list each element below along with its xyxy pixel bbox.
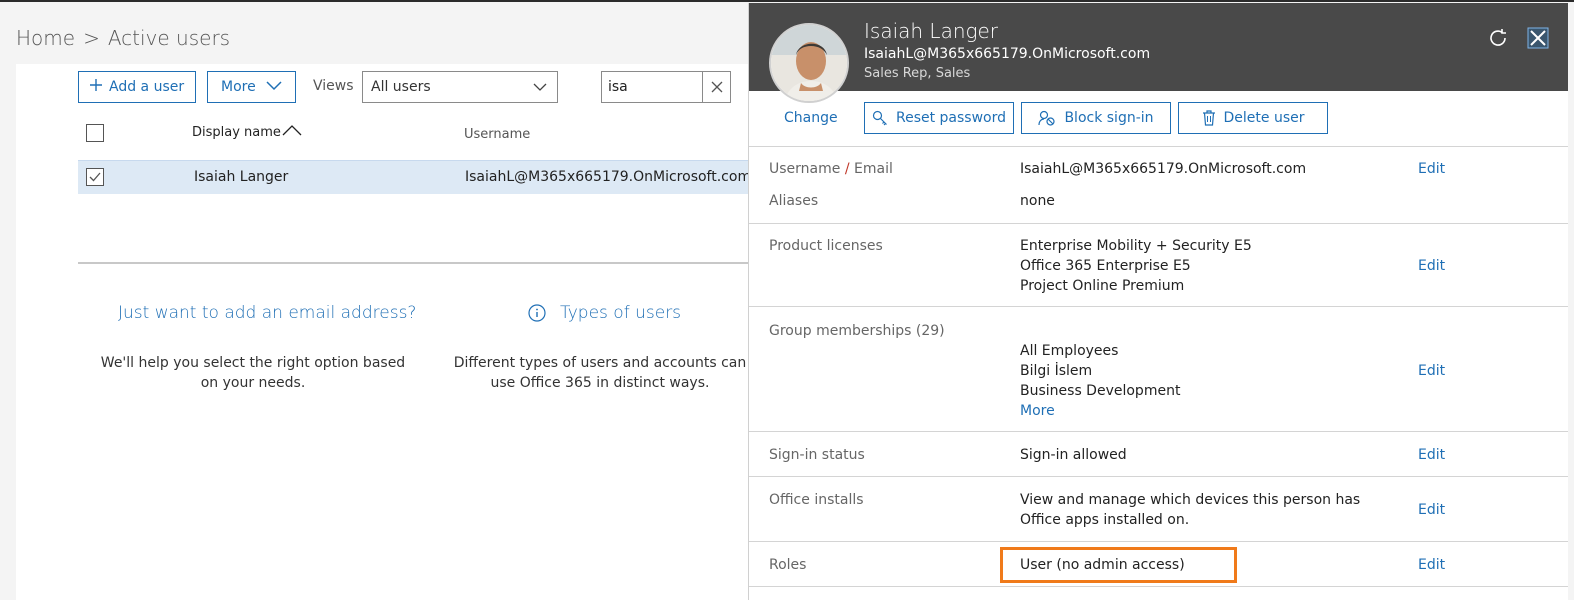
row-display-name[interactable]: Isaiah Langer [194,169,288,185]
office-installs-line: View and manage which devices this perso… [1020,492,1361,508]
types-of-users-label: Types of users [560,303,682,323]
more-label: More [221,79,256,95]
row-checkbox[interactable] [86,168,104,186]
row-divider [749,431,1568,432]
group-memberships-label: Group memberships (29) [769,323,945,339]
edit-roles-link[interactable]: Edit [1418,557,1445,573]
office-installs-value: View and manage which devices this perso… [1020,490,1360,530]
email-label: Email [854,161,893,177]
add-user-label: Add a user [109,79,185,95]
product-licenses-list: Enterprise Mobility + Security E5 Office… [1020,236,1252,296]
block-signin-button[interactable]: Block sign-in [1021,102,1171,134]
add-email-help-text: We'll help you select the right option b… [100,355,406,391]
types-text-content: Different types of users and accounts ca… [453,355,747,391]
checkmark-icon [89,172,101,182]
breadcrumb-separator: > [83,26,100,50]
signin-status-label: Sign-in status [769,447,865,463]
refresh-icon[interactable] [1487,27,1509,49]
window-top-border [0,0,1574,2]
section-divider [78,262,748,264]
chevron-down-icon [266,79,282,95]
edit-username-link[interactable]: Edit [1418,161,1445,177]
panel-user-name: Isaiah Langer [864,19,999,43]
username-value: IsaiahL@M365x665179.OnMicrosoft.com [1020,161,1307,177]
breadcrumb-current: Active users [107,26,231,50]
product-licenses-label: Product licenses [769,238,883,254]
row-divider [749,223,1568,224]
search-value: isa [608,79,628,95]
delete-user-button[interactable]: Delete user [1178,102,1328,134]
license-item: Enterprise Mobility + Security E5 [1020,238,1252,254]
key-icon [872,110,887,126]
column-header-username[interactable]: Username [464,127,530,142]
types-of-users-link[interactable]: Types of users [528,303,681,323]
panel-user-title: Sales Rep, Sales [864,66,971,81]
license-item: Project Online Premium [1020,278,1185,294]
label-separator: / [840,161,854,177]
row-username: IsaiahL@M365x665179.OnMicrosoft.com [465,169,752,185]
signin-status-value: Sign-in allowed [1020,447,1127,463]
views-label: Views [313,78,354,94]
plus-icon [89,78,103,96]
aliases-value: none [1020,193,1055,209]
edit-office-installs-link[interactable]: Edit [1418,502,1445,518]
trash-icon [1202,110,1215,126]
types-of-users-text: Different types of users and accounts ca… [450,353,750,393]
row-divider [749,586,1568,587]
aliases-label: Aliases [769,193,819,209]
roles-highlight-box [1000,547,1237,583]
views-dropdown[interactable]: All users [362,71,558,103]
group-memberships-list: All Employees Bilgi İslem Business Devel… [1020,341,1180,421]
roles-label: Roles [769,557,807,573]
edit-licenses-link[interactable]: Edit [1418,258,1445,274]
delete-user-label: Delete user [1223,110,1305,126]
column-header-display-name[interactable]: Display name [192,124,303,140]
edit-signin-link[interactable]: Edit [1418,447,1445,463]
clear-search-icon[interactable] [702,72,730,102]
reset-password-button[interactable]: Reset password [864,102,1014,134]
breadcrumb-home[interactable]: Home [16,26,75,50]
add-user-button[interactable]: Add a user [78,71,196,103]
views-selected-value: All users [371,79,431,95]
more-button[interactable]: More [207,71,296,103]
user-photo [771,25,847,101]
group-item: Business Development [1020,383,1181,399]
office-installs-label: Office installs [769,492,864,508]
group-item: Bilgi İslem [1020,363,1093,379]
block-user-icon [1038,110,1056,126]
group-item: All Employees [1020,343,1119,359]
users-content-area [16,64,776,600]
select-all-checkbox[interactable] [86,124,104,142]
row-divider [749,476,1568,477]
license-item: Office 365 Enterprise E5 [1020,258,1191,274]
edit-groups-link[interactable]: Edit [1418,363,1445,379]
sort-ascending-icon [281,124,303,140]
user-avatar [769,23,849,103]
username-label: Username [769,161,841,177]
username-email-label: Username / Email [769,161,893,177]
breadcrumb: Home > Active users [16,26,230,50]
panel-user-email: IsaiahL@M365x665179.OnMicrosoft.com [864,46,1151,62]
user-details-panel: Isaiah Langer IsaiahL@M365x665179.OnMicr… [748,3,1568,600]
column-display-name-label: Display name [192,124,281,140]
row-divider [749,541,1568,542]
types-text-line: Different types of users and accounts ca… [450,353,750,393]
change-photo-link[interactable]: Change [784,110,838,126]
search-input[interactable]: isa [601,71,731,103]
add-email-help-link[interactable]: Just want to add an email address? [118,303,416,323]
office-installs-line: Office apps installed on. [1020,512,1190,528]
row-divider [749,306,1568,307]
chevron-down-icon [533,80,547,96]
block-signin-label: Block sign-in [1064,110,1154,126]
reset-password-label: Reset password [895,110,1007,126]
info-icon [528,304,546,322]
close-panel-icon[interactable] [1527,27,1549,49]
row-divider [749,146,1568,147]
groups-more-link[interactable]: More [1020,401,1180,421]
